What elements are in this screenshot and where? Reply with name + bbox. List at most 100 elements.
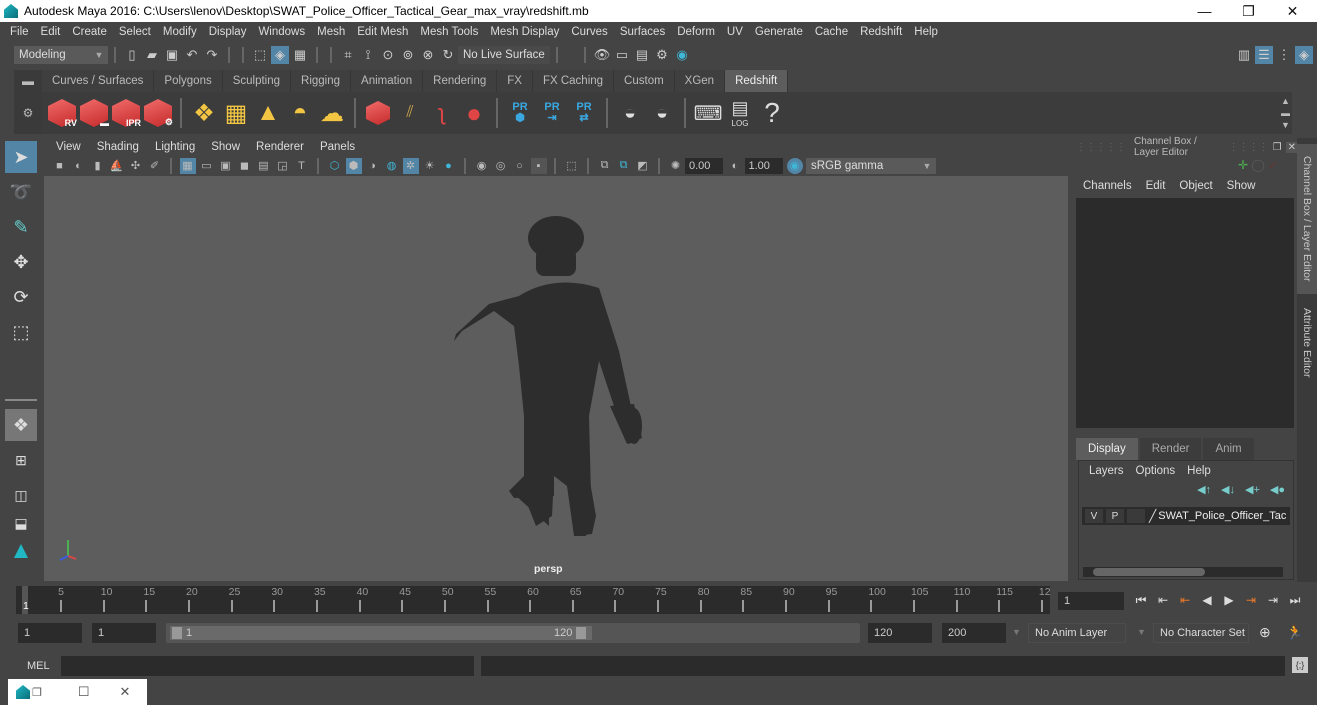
chevron-down-icon[interactable]: ▼ xyxy=(1137,627,1146,637)
shelf-tab-rendering[interactable]: Rendering xyxy=(423,70,498,92)
restore-button[interactable]: ❐ xyxy=(1226,0,1271,22)
curve-shader-button[interactable]: ʅ xyxy=(427,96,457,130)
layer-menu-layers[interactable]: Layers xyxy=(1083,465,1130,477)
channel-box-menu-channels[interactable]: Channels xyxy=(1076,180,1139,192)
menu-modify[interactable]: Modify xyxy=(157,26,203,38)
move-tool[interactable]: ✥ xyxy=(5,246,37,278)
redshift-ipr-button[interactable]: IPR xyxy=(111,96,141,130)
grease-pencil-icon[interactable]: ✐ xyxy=(147,158,163,174)
float-panel-icon[interactable]: ❐ xyxy=(1273,142,1282,153)
shelf-tab-custom[interactable]: Custom xyxy=(614,70,675,92)
layer-color-icon[interactable]: ╱ xyxy=(1149,509,1156,523)
layer-type-toggle[interactable] xyxy=(1127,509,1145,523)
help-button[interactable]: ? xyxy=(757,96,787,130)
new-layer-selected-icon[interactable]: ◀● xyxy=(1270,483,1285,496)
viewport-persp[interactable]: persp xyxy=(44,176,1068,581)
close-button[interactable]: ✕ xyxy=(1270,0,1315,22)
bake-single-button[interactable]: ◒ xyxy=(647,96,677,130)
xray-icon[interactable]: ⬚ xyxy=(564,158,580,174)
script-language-label[interactable]: MEL xyxy=(27,660,50,672)
shelf-tab-fx-caching[interactable]: FX Caching xyxy=(532,70,615,92)
select-object-icon[interactable]: ◈ xyxy=(271,46,289,64)
panel-menu-show[interactable]: Show xyxy=(203,141,248,153)
redshift-settings-button[interactable]: ⚙ xyxy=(143,96,173,130)
menu-windows[interactable]: Windows xyxy=(252,26,311,38)
redshift-snapshot-button[interactable]: ▬ xyxy=(79,96,109,130)
menu-mesh-tools[interactable]: Mesh Tools xyxy=(414,26,484,38)
range-start-handle[interactable] xyxy=(172,627,182,639)
menu-select[interactable]: Select xyxy=(113,26,157,38)
magnet-icon[interactable]: ↻ xyxy=(439,46,457,64)
lasso-tool[interactable]: ➰ xyxy=(5,176,37,208)
tool-settings-icon[interactable]: ⋮ xyxy=(1275,46,1293,64)
auto-key-icon[interactable]: ⊕ xyxy=(1259,624,1271,641)
anim-layer-dropdown[interactable]: No Anim Layer xyxy=(1028,623,1126,643)
shelf-tab-animation[interactable]: Animation xyxy=(351,70,424,92)
open-scene-icon[interactable]: ▰ xyxy=(143,46,161,64)
menu-redshift[interactable]: Redshift xyxy=(854,26,908,38)
grid-icon[interactable]: ▦ xyxy=(179,157,196,174)
motion-blur-icon[interactable]: ◉ xyxy=(474,158,490,174)
modeling-toolkit-icon[interactable]: ▥ xyxy=(1235,46,1253,64)
proxy-create-button[interactable]: PR ⬢ xyxy=(505,96,535,130)
go-to-end-icon[interactable]: ⏭ xyxy=(1286,591,1304,609)
panel-menu-view[interactable]: View xyxy=(48,141,89,153)
menu-cache[interactable]: Cache xyxy=(809,26,854,38)
paint-select-tool[interactable]: ✎ xyxy=(5,211,37,243)
ies-light-button[interactable]: ▲ xyxy=(253,96,283,130)
render-view-icon[interactable]: 👁 xyxy=(593,46,611,64)
resolution-gate-icon[interactable]: ▣ xyxy=(218,158,234,174)
chevron-down-icon[interactable]: ▼ xyxy=(1012,627,1021,637)
tab-channel-box[interactable]: Channel Box / Layer Editor xyxy=(1297,144,1317,294)
menu-mesh-display[interactable]: Mesh Display xyxy=(484,26,565,38)
camera-icon[interactable]: ■ xyxy=(52,158,68,174)
menu-uv[interactable]: UV xyxy=(721,26,749,38)
gate-mask-icon[interactable]: ◼ xyxy=(237,158,253,174)
log-button[interactable]: ▤ LOG xyxy=(725,96,755,130)
range-end-handle[interactable] xyxy=(576,627,586,639)
undo-icon[interactable]: ↶ xyxy=(183,46,201,64)
save-scene-icon[interactable]: ▣ xyxy=(163,46,181,64)
channel-box-toggle-icon[interactable]: ☰ xyxy=(1255,46,1273,64)
channel-box-menu-edit[interactable]: Edit xyxy=(1139,180,1173,192)
side-by-side-layout[interactable]: ◫ xyxy=(5,479,37,511)
layer-menu-options[interactable]: Options xyxy=(1130,465,1182,477)
hypershade-icon[interactable]: ◉ xyxy=(673,46,691,64)
rect-light-button[interactable]: ❖ xyxy=(189,96,219,130)
snap-curve-icon[interactable]: ⟟ xyxy=(359,46,377,64)
animation-end-field[interactable]: 200 xyxy=(942,623,1006,643)
layer-menu-help[interactable]: Help xyxy=(1181,465,1217,477)
use-all-lights-icon[interactable]: ✲ xyxy=(402,157,419,174)
2d-pan-icon[interactable]: ✣ xyxy=(128,158,144,174)
channel-box-menu-show[interactable]: Show xyxy=(1220,180,1263,192)
time-slider[interactable]: 1 5 10 15 20 25 30 35 40 45 50 55 60 65 70 75 80 85 90 95 1… xyxy=(16,586,1051,614)
horizontal-scrollbar[interactable] xyxy=(1083,567,1283,577)
redshift-render-view-button[interactable]: RV xyxy=(47,96,77,130)
menu-create[interactable]: Create xyxy=(66,26,113,38)
proxy-swap-button[interactable]: PR ⇄ xyxy=(569,96,599,130)
field-chart-icon[interactable]: ▤ xyxy=(256,158,272,174)
material-ball-button[interactable]: ● xyxy=(459,96,489,130)
range-slider[interactable]: 1 120 xyxy=(166,623,860,643)
shelf-scroll[interactable]: ▲ ▬ ▼ xyxy=(1281,95,1290,131)
panel-menu-panels[interactable]: Panels xyxy=(312,141,363,153)
four-pane-layout[interactable]: ⊞ xyxy=(5,444,37,476)
ipr-render-icon[interactable]: ▤ xyxy=(633,46,651,64)
depth-of-field-icon[interactable]: ○ xyxy=(512,158,528,174)
menu-help[interactable]: Help xyxy=(908,26,944,38)
scale-manip-icon[interactable]: ✓ xyxy=(1268,158,1278,172)
minimized-window[interactable]: ❐ ☐ ✕ xyxy=(8,679,147,705)
safe-title-icon[interactable]: T xyxy=(294,158,310,174)
maya-home-button[interactable]: ▲ xyxy=(5,535,37,567)
xray-components-icon[interactable]: ⧉ xyxy=(616,158,632,174)
render-frame-icon[interactable]: ▭ xyxy=(613,46,631,64)
menu-mesh[interactable]: Mesh xyxy=(311,26,351,38)
exposure-icon[interactable]: ✺ xyxy=(668,158,684,174)
go-to-start-icon[interactable]: ⏮ xyxy=(1132,591,1150,609)
step-forward-key-icon[interactable]: ⇥ xyxy=(1242,591,1260,609)
panel-menu-lighting[interactable]: Lighting xyxy=(147,141,203,153)
new-layer-icon[interactable]: ◀+ xyxy=(1245,483,1260,496)
single-pane-layout[interactable]: ❖ xyxy=(5,409,37,441)
image-plane-icon[interactable]: ⛵ xyxy=(109,158,125,174)
panel-menu-renderer[interactable]: Renderer xyxy=(248,141,312,153)
